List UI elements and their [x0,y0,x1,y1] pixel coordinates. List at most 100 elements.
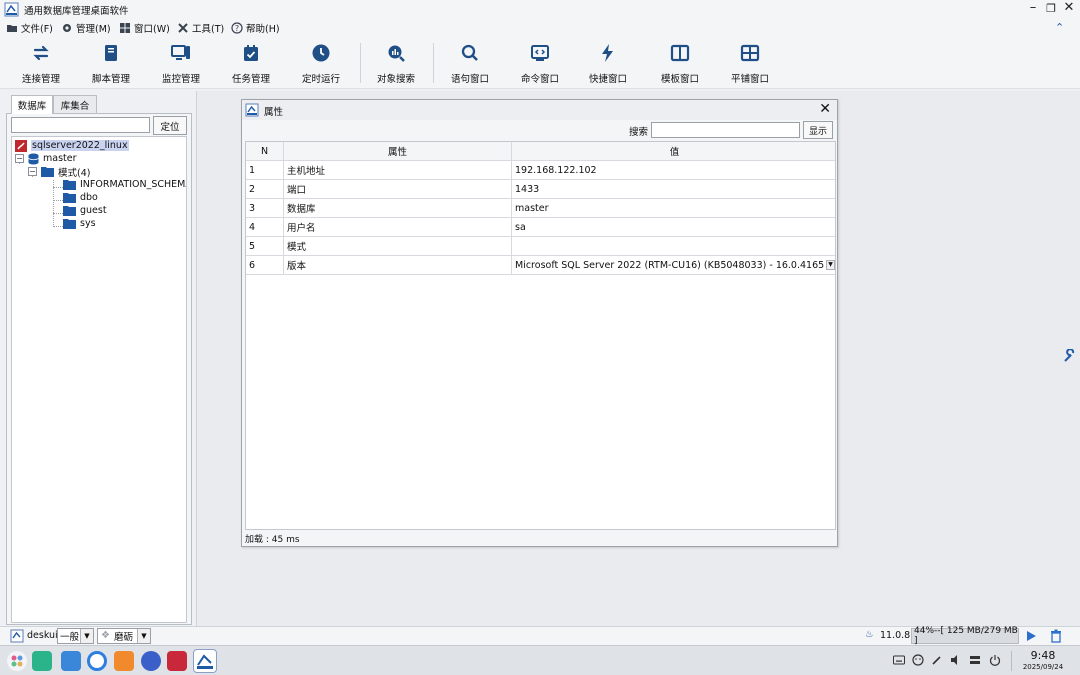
row-number: 6 [246,256,284,274]
columns-icon [670,44,690,62]
table-row[interactable]: 6 版本 Microsoft SQL Server 2022 (RTM-CU16… [246,256,835,275]
tab-database[interactable]: 数据库 [11,95,53,114]
tree-connection-node[interactable]: sqlserver2022_linux [15,139,129,152]
row-number: 2 [246,180,284,198]
monitor-manage-label: 监控管理 [161,74,200,85]
locate-input[interactable] [11,117,150,133]
quick-window-button[interactable]: 快捷窗口 [573,41,643,87]
clock-time[interactable]: 9:48 [1020,649,1066,662]
theme-select[interactable]: ❖ 磨砺 ▼ [97,628,151,644]
menu-manage[interactable]: 管理(M) [61,20,111,36]
assistant-icon[interactable] [912,654,924,666]
window-title: 通用数据库管理桌面软件 [24,6,129,17]
locate-button[interactable]: 定位 [153,116,187,135]
java-icon: ♨ [865,629,874,640]
launcher-icon[interactable] [7,651,27,671]
property-value[interactable]: 192.168.122.102 [512,161,835,179]
search-label: 搜索 [629,127,649,138]
tree-schema-label: INFORMATION_SCHEMA [80,179,187,190]
column-header-property[interactable]: 属性 [284,142,512,160]
network-icon[interactable] [969,654,981,666]
menu-file[interactable]: 文件(F) [6,20,53,36]
gear-icon [63,24,71,32]
task-manage-button[interactable]: 任务管理 [216,41,286,87]
table-row[interactable]: 5 模式 [246,237,835,256]
browser-icon[interactable] [87,651,107,671]
close-button[interactable]: ✕ [1060,0,1078,15]
volume-icon[interactable] [950,654,962,666]
table-row[interactable]: 4 用户名 sa [246,218,835,237]
memory-indicator[interactable]: 44%--[ 125 MB/279 MB ] [911,626,1019,646]
tree-schema-node[interactable]: guest [63,204,107,217]
collapse-expander-icon[interactable]: − [15,154,24,163]
scheduled-run-button[interactable]: 定时运行 [286,41,356,87]
tree-schema-node[interactable]: sys [63,217,96,230]
monitor-manage-button[interactable]: 监控管理 [146,41,216,87]
table-row[interactable]: 3 数据库 master [246,199,835,218]
collapse-expander-icon[interactable]: − [28,167,37,176]
properties-header[interactable]: 属性 ✕ [242,100,837,120]
collapse-toolbar-icon[interactable]: ⌃ [1055,21,1064,34]
code-window-icon [531,45,549,61]
wrench-icon[interactable] [1063,349,1077,363]
toolbar-separator [433,43,434,83]
grid-icon [740,44,760,62]
property-value[interactable]: master [512,199,835,217]
pen-icon[interactable] [931,654,943,666]
terminal-icon[interactable] [167,651,187,671]
statement-window-button[interactable]: 语句窗口 [435,41,505,87]
keyboard-icon[interactable] [893,654,905,666]
menu-window[interactable]: 窗口(W) [119,20,170,36]
column-header-n[interactable]: N [246,142,284,160]
menu-help[interactable]: ? 帮助(H) [231,20,280,36]
settings-icon[interactable] [141,651,161,671]
property-name: 数据库 [284,199,512,217]
tree-database-node[interactable]: − master [15,152,77,165]
tree-schema-node[interactable]: dbo [63,191,98,204]
tree-schemas-node[interactable]: − 模式(4) [28,165,91,179]
current-user: deskui [27,630,58,641]
power-icon[interactable] [989,654,1001,666]
tab-collection[interactable]: 库集合 [53,95,97,113]
property-value[interactable] [512,237,835,255]
restore-button[interactable]: ❐ [1042,2,1060,15]
tree-schema-node[interactable]: INFORMATION_SCHEMA [63,178,187,191]
tree-schemas-label: 模式(4) [58,167,91,179]
row-number: 3 [246,199,284,217]
minimize-button[interactable]: – [1024,0,1042,15]
theme-select-value: 磨砺 [114,632,134,643]
clock-icon [312,44,330,62]
command-window-button[interactable]: 命令窗口 [505,41,575,87]
connection-manage-button[interactable]: 连接管理 [6,41,76,87]
table-header-row: N 属性 值 [246,142,835,161]
script-manage-button[interactable]: 脚本管理 [76,41,146,87]
show-button[interactable]: 显示 [803,121,833,139]
clock-date: 2025/09/24 [1022,663,1064,671]
object-search-button[interactable]: 对象搜索 [361,41,431,87]
quick-window-label: 快捷窗口 [588,74,627,85]
active-app-icon[interactable] [193,649,217,673]
mail-icon[interactable] [114,651,134,671]
app-store-icon[interactable] [61,651,81,671]
folder-open-icon [7,25,17,32]
property-name: 版本 [284,256,512,274]
trash-icon[interactable] [1050,629,1062,643]
search-input[interactable] [651,122,800,138]
property-value[interactable]: sa [512,218,835,236]
tile-window-button[interactable]: 平铺窗口 [715,41,785,87]
template-window-button[interactable]: 模板窗口 [645,41,715,87]
table-row[interactable]: 2 端口 1433 [246,180,835,199]
mode-select[interactable]: 一般 ▼ [57,628,94,644]
file-manager-icon[interactable] [32,651,52,671]
menu-tools[interactable]: 工具(T) [177,20,224,36]
row-number: 5 [246,237,284,255]
property-value[interactable]: Microsoft SQL Server 2022 (RTM-CU16) (KB… [512,256,825,274]
expand-dropdown-icon[interactable]: ▼ [826,260,835,270]
column-header-value[interactable]: 值 [512,142,835,160]
property-value[interactable]: 1433 [512,180,835,198]
play-icon[interactable] [1025,630,1037,642]
chevron-down-icon: ▼ [80,629,93,643]
table-row[interactable]: 1 主机地址 192.168.122.102 [246,161,835,180]
close-icon[interactable]: ✕ [819,101,831,117]
help-circle-icon: ? [231,22,243,34]
